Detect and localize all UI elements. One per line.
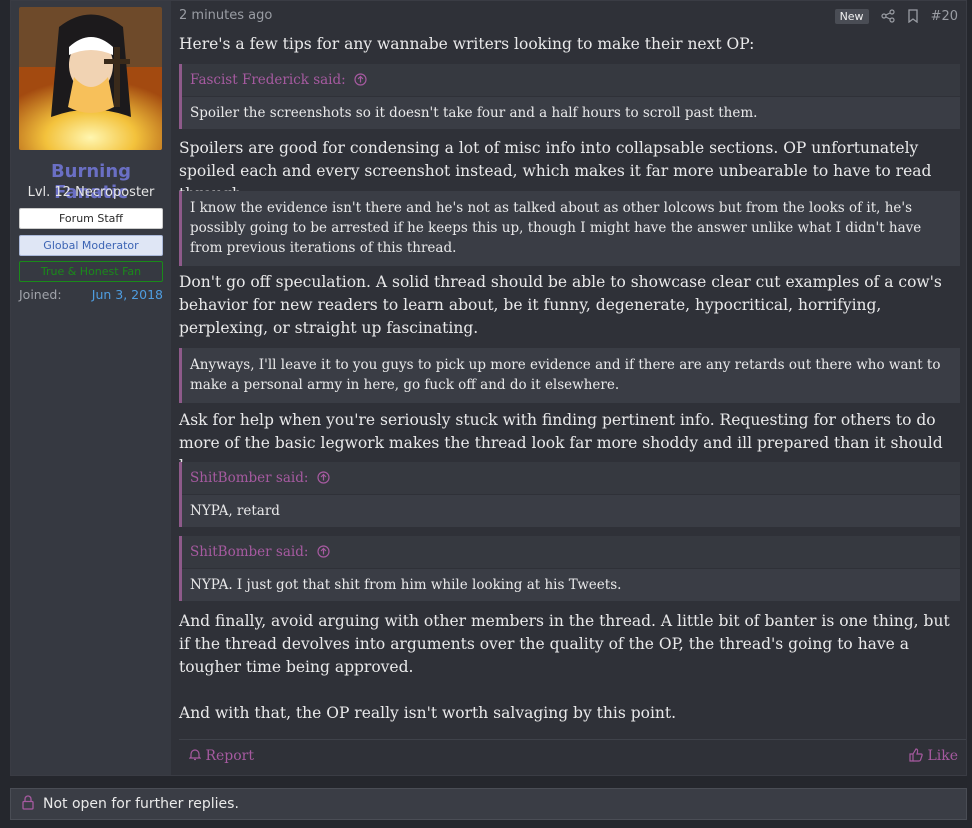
banner-forum-staff: Forum Staff	[19, 208, 163, 229]
share-icon[interactable]	[880, 9, 895, 23]
closed-notice-text: Not open for further replies.	[43, 796, 239, 812]
joined-label: Joined:	[19, 287, 62, 302]
lock-icon	[21, 794, 35, 814]
quote-text: Anyways, I'll leave it to you guys to pi…	[190, 357, 941, 393]
post-footer: Report Like	[179, 739, 966, 776]
report-label: Report	[205, 748, 254, 764]
post-container: Burning Fanatic Lvl. 12 Necroposter Foru…	[10, 0, 967, 776]
quote-text: NYPA. I just got that shit from him whil…	[190, 577, 622, 593]
new-badge: New	[834, 8, 869, 24]
quote-header[interactable]: ShitBomber said:	[182, 462, 960, 495]
quote-shitbomber-2: ShitBomber said: NYPA. I just got that s…	[179, 536, 960, 601]
post-number[interactable]: #20	[931, 9, 958, 24]
intro-paragraph: Here's a few tips for any wannabe writer…	[179, 35, 755, 53]
quote-text: NYPA, retard	[190, 503, 280, 519]
jump-up-icon[interactable]	[350, 72, 367, 88]
post-timestamp[interactable]: 2 minutes ago	[179, 8, 272, 23]
quote-author[interactable]: ShitBomber said:	[190, 544, 308, 560]
paragraph-speculation: Don't go off speculation. A solid thread…	[179, 273, 942, 337]
report-button[interactable]: Report	[188, 748, 254, 764]
quote-header[interactable]: Fascist Frederick said:	[182, 64, 960, 97]
quote-personal-army: Anyways, I'll leave it to you guys to pi…	[179, 348, 960, 403]
banner-true-honest-fan: True & Honest Fan	[19, 261, 163, 282]
banner-global-moderator: Global Moderator	[19, 235, 163, 256]
paragraph-closing: And with that, the OP really isn't worth…	[179, 704, 677, 722]
user-sidebar: Burning Fanatic Lvl. 12 Necroposter Foru…	[11, 1, 171, 775]
paragraph-arguing: And finally, avoid arguing with other me…	[179, 612, 950, 676]
joined-row: Joined: Jun 3, 2018	[19, 287, 163, 302]
bell-icon	[188, 748, 205, 764]
user-title: Lvl. 12 Necroposter	[27, 185, 155, 200]
bookmark-icon[interactable]	[907, 9, 919, 23]
avatar[interactable]	[19, 7, 162, 150]
quote-evidence: I know the evidence isn't there and he's…	[179, 191, 960, 266]
like-label: Like	[927, 748, 958, 764]
jump-up-icon[interactable]	[313, 470, 330, 486]
quote-author[interactable]: Fascist Frederick said:	[190, 72, 346, 88]
quote-author[interactable]: ShitBomber said:	[190, 470, 308, 486]
quote-header[interactable]: ShitBomber said:	[182, 536, 960, 569]
joined-date: Jun 3, 2018	[91, 287, 163, 302]
like-button[interactable]: Like	[909, 748, 958, 764]
quote-text: Spoiler the screenshots so it doesn't ta…	[190, 105, 758, 121]
thread-closed-notice: Not open for further replies.	[10, 788, 967, 820]
post-actions-top: New #20	[834, 7, 958, 25]
jump-up-icon[interactable]	[313, 544, 330, 560]
quote-text: I know the evidence isn't there and he's…	[190, 200, 922, 256]
quote-shitbomber-1: ShitBomber said: NYPA, retard	[179, 462, 960, 527]
thumbs-up-icon	[909, 748, 927, 764]
post-content: 2 minutes ago New #20 Here's a few tips …	[179, 1, 966, 775]
quote-fascist-frederick: Fascist Frederick said: Spoiler the scre…	[179, 64, 960, 129]
